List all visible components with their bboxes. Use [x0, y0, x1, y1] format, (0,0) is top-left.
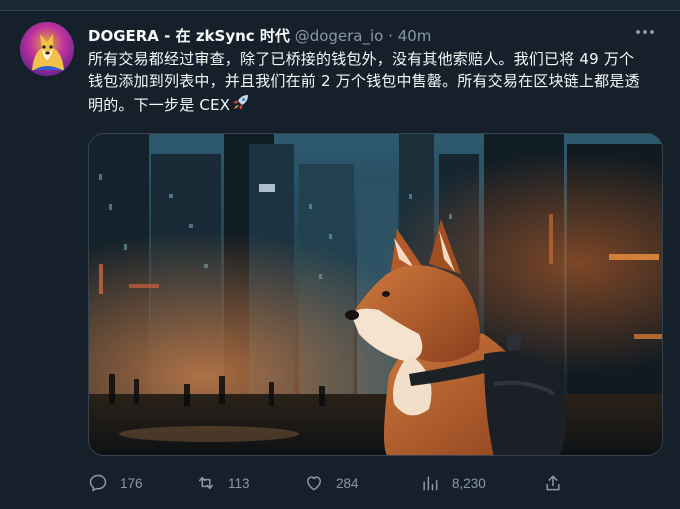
shiba-avatar-image	[20, 22, 74, 76]
heart-icon	[307, 476, 321, 491]
retweet-button[interactable]: 113	[196, 468, 250, 498]
reply-button[interactable]: 176	[88, 468, 143, 498]
rocket-emoji-icon	[233, 95, 249, 110]
more-horizontal-icon	[636, 30, 640, 34]
tweet-card[interactable]: DOGERA - 在 zkSync 时代 @dogera_io · 40m 所有…	[0, 0, 680, 509]
like-button[interactable]: 284	[304, 468, 359, 498]
author-display-name[interactable]: DOGERA - 在 zkSync 时代	[88, 27, 290, 45]
author-handle[interactable]: @dogera_io	[295, 27, 384, 45]
avatar[interactable]	[20, 22, 74, 76]
tweet-media-image[interactable]	[88, 133, 663, 456]
more-options-button[interactable]	[628, 18, 662, 46]
tweet-header: DOGERA - 在 zkSync 时代 @dogera_io · 40m	[88, 26, 431, 46]
shiba-cyberpunk-image	[89, 134, 662, 455]
share-button[interactable]	[543, 468, 575, 498]
retweet-icon	[199, 476, 213, 490]
tweet-actions-bar: 176 113 284 8,230	[88, 468, 588, 498]
retweet-count: 113	[228, 475, 250, 491]
timeline-divider	[0, 0, 680, 11]
views-button[interactable]: 8,230	[420, 468, 486, 498]
like-count: 284	[336, 475, 359, 491]
tweet-body: 所有交易都经过审查，除了已桥接的钱包外，没有其他索赔人。我们已将 49 万个钱包…	[88, 50, 640, 114]
share-icon	[546, 475, 560, 491]
tweet-text: 所有交易都经过审查，除了已桥接的钱包外，没有其他索赔人。我们已将 49 万个钱包…	[88, 48, 648, 116]
timestamp[interactable]: 40m	[398, 27, 432, 45]
views-count: 8,230	[452, 475, 486, 491]
reply-count: 176	[120, 475, 143, 491]
separator-dot: ·	[388, 27, 393, 45]
views-chart-icon	[423, 476, 438, 491]
reply-icon	[89, 474, 107, 492]
